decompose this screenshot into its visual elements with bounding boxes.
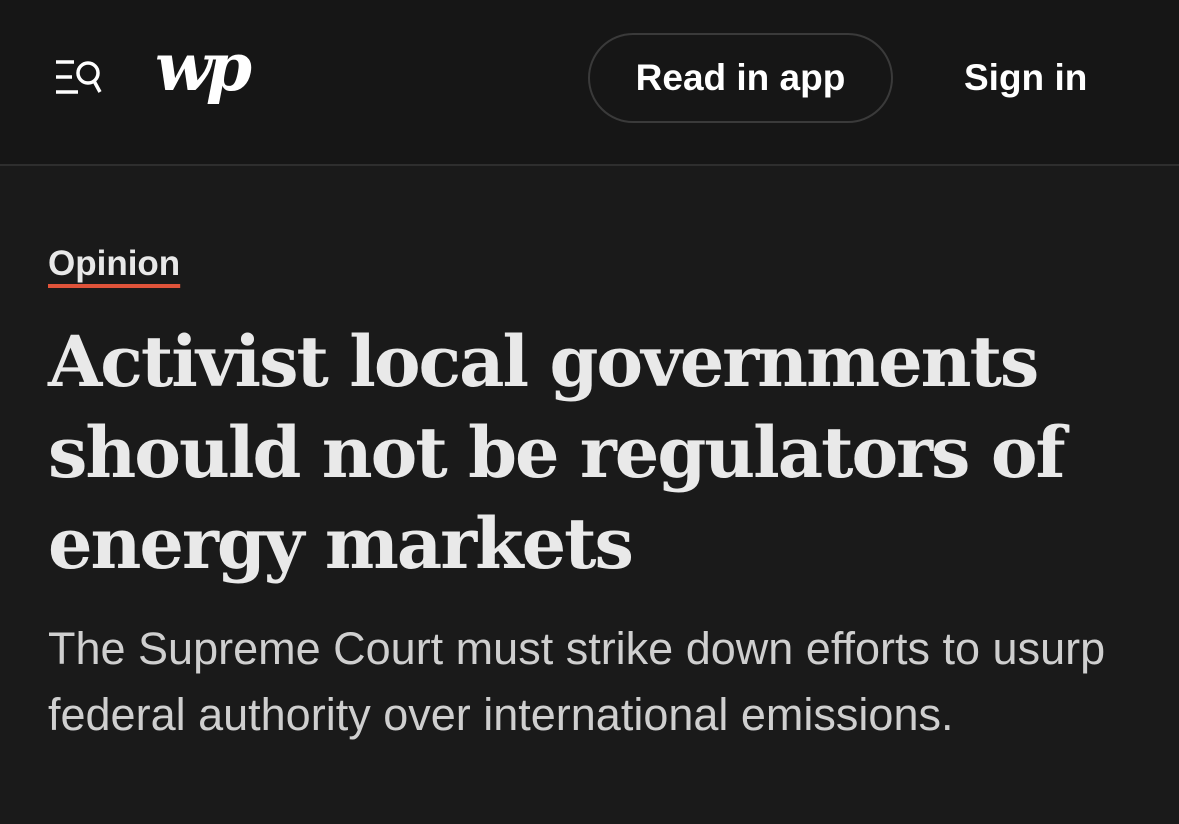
menu-search-icon — [56, 60, 102, 94]
sign-in-button[interactable]: Sign in — [946, 33, 1105, 123]
read-in-app-button[interactable]: Read in app — [588, 33, 893, 123]
section-kicker-link[interactable]: Opinion — [48, 244, 180, 284]
menu-search-button[interactable] — [50, 54, 104, 100]
site-header: wp Read in app Sign in — [0, 0, 1179, 166]
article-headline: Activist local governments should not be… — [48, 320, 1066, 585]
article-subheadline: The Supreme Court must strike down effor… — [48, 623, 1106, 740]
wp-logo[interactable]: wp — [155, 34, 252, 100]
